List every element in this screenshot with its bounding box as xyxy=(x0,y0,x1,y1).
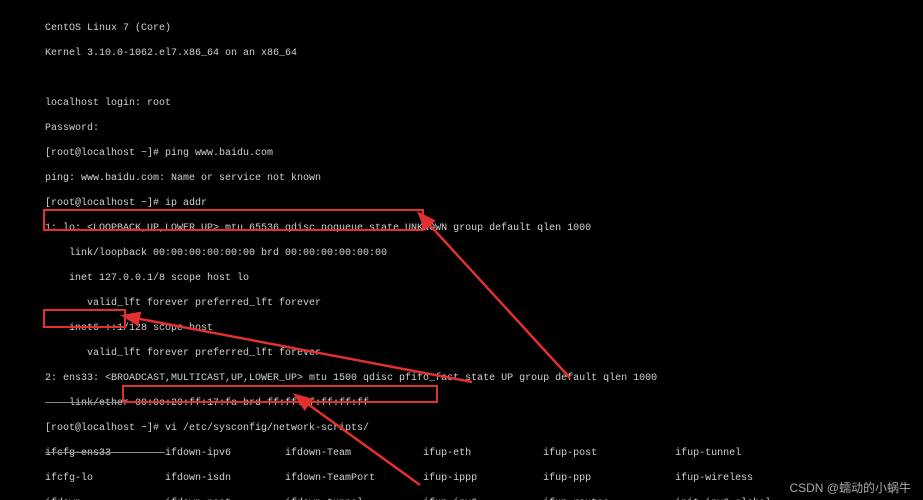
ip-ens33: 2: ens33: <BROADCAST,MULTICAST,UP,LOWER_… xyxy=(45,373,807,386)
tab1-row: ifcfg-lo ifdown-isdn ifdown-TeamPort ifu… xyxy=(45,473,807,486)
kernel-line: Kernel 3.10.0-1062.el7.x86_64 on an x86_… xyxy=(45,48,807,61)
file-ifcfg-ens33: ifcfg-ens33 xyxy=(45,448,165,459)
ip-lo-inet: inet 127.0.0.1/8 scope host lo xyxy=(45,273,807,286)
password-prompt: Password: xyxy=(45,123,807,136)
cmd-ipaddr: [root@localhost ~]# ip addr xyxy=(45,198,807,211)
terminal-output: CentOS Linux 7 (Core) Kernel 3.10.0-1062… xyxy=(45,10,807,500)
ping-error: ping: www.baidu.com: Name or service not… xyxy=(45,173,807,186)
ip-lo: 1: lo: <LOOPBACK,UP,LOWER_UP> mtu 65536 … xyxy=(45,223,807,236)
cmd-vi-1: [root@localhost ~]# vi /etc/sysconfig/ne… xyxy=(45,423,807,436)
os-line: CentOS Linux 7 (Core) xyxy=(45,23,807,36)
ip-lo-lft6: valid_lft forever preferred_lft forever xyxy=(45,348,807,361)
ip-lo-inet6: inet6 ::1/128 scope host xyxy=(45,323,807,336)
login-prompt: localhost login: root xyxy=(45,98,807,111)
tab1-row: ifcfg-ens33 ifdown-ipv6 ifdown-Team ifup… xyxy=(45,448,807,461)
cmd-ping: [root@localhost ~]# ping www.baidu.com xyxy=(45,148,807,161)
ip-lo-link: link/loopback 00:00:00:00:00:00 brd 00:0… xyxy=(45,248,807,261)
ip-lo-lft: valid_lft forever preferred_lft forever xyxy=(45,298,807,311)
ip-ens33-link: link/ether 00:0c:29:ff:17:fa brd ff:ff:f… xyxy=(45,398,807,411)
csdn-watermark: CSDN @蠕动的小蜗牛 xyxy=(789,482,911,495)
